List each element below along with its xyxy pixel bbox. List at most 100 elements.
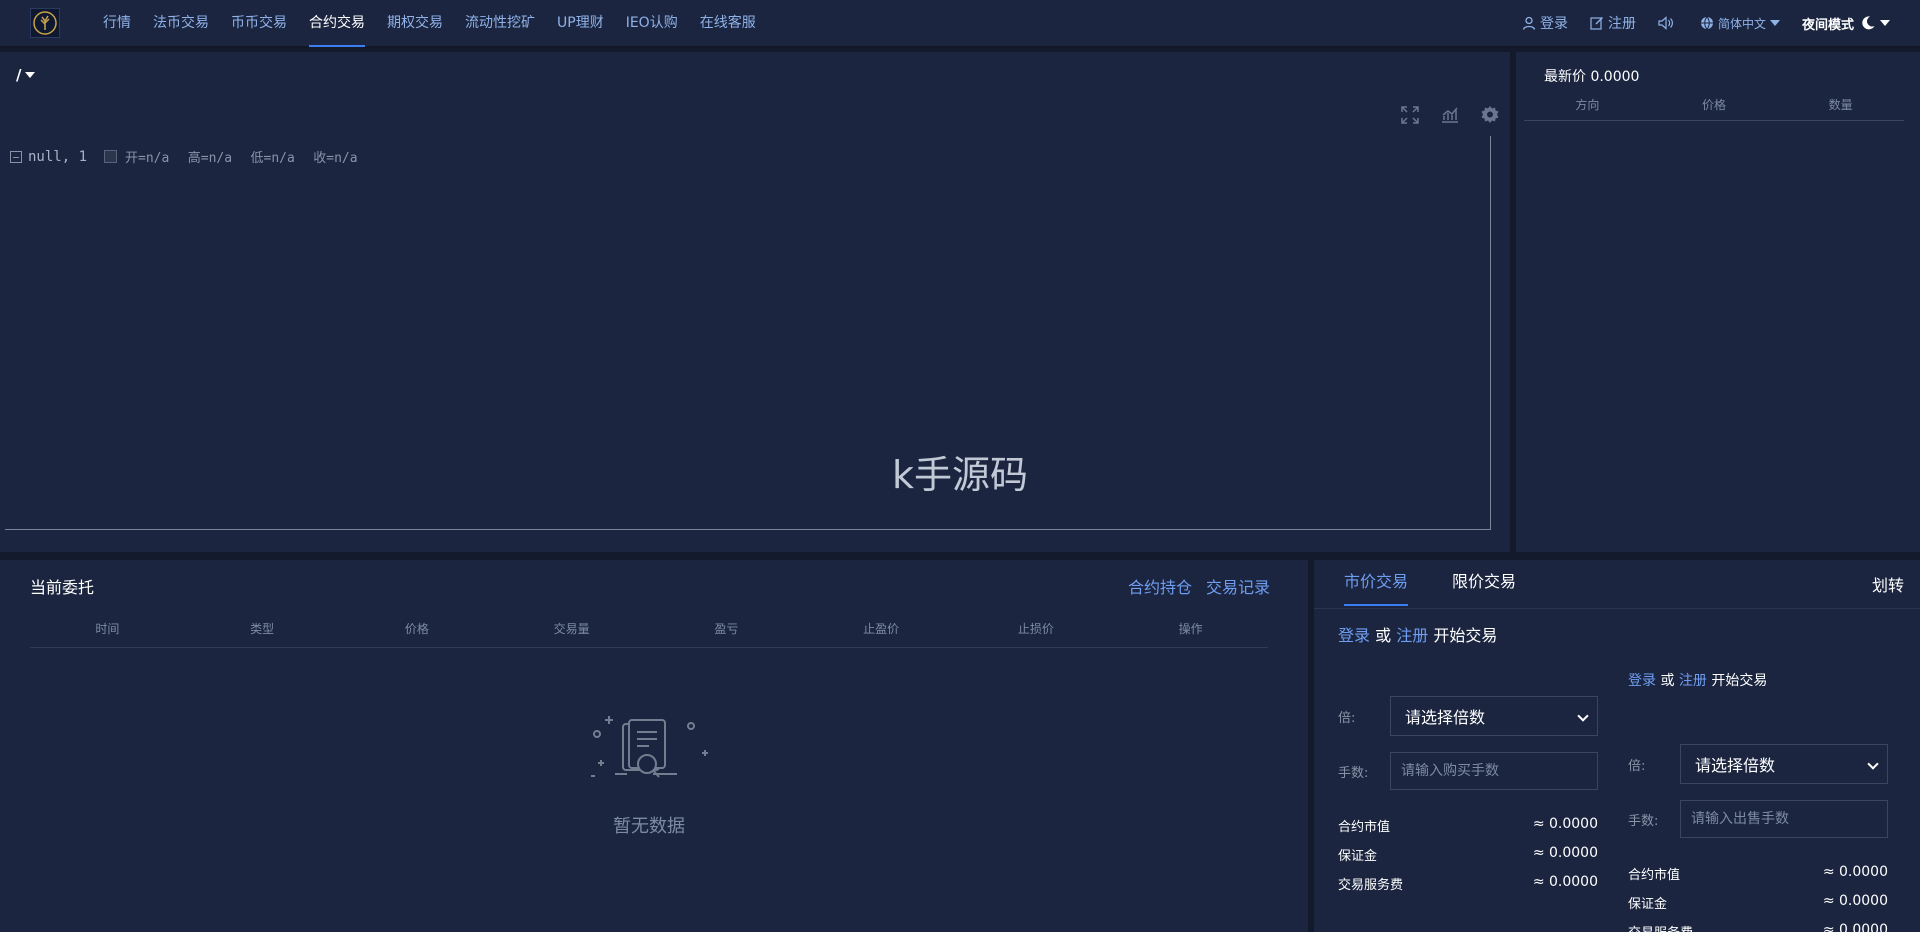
sell-contract-value-row: 合约市值 ≈ 0.0000: [1628, 864, 1888, 883]
buy-leverage-row: 倍: 请选择倍数: [1338, 696, 1598, 736]
fullscreen-button[interactable]: [1390, 100, 1430, 130]
indicators-button[interactable]: [1430, 100, 1470, 130]
visibility-icon[interactable]: [104, 150, 118, 163]
leverage-placeholder: 请选择倍数: [1405, 708, 1486, 727]
pair-label: /: [16, 66, 22, 84]
order-book-header: 方向 价格 数量: [1524, 96, 1904, 121]
chevron-down-icon: [1769, 20, 1780, 26]
lots-label: 手数:: [1628, 813, 1659, 829]
nav-item-ieo[interactable]: IEO认购: [615, 0, 689, 47]
nav-item-options[interactable]: 期权交易: [376, 0, 454, 47]
tree-logo-icon: [33, 11, 57, 35]
nav-item-spot[interactable]: 币币交易: [220, 0, 298, 47]
buy-margin-row: 保证金 ≈ 0.0000: [1338, 845, 1598, 864]
nav-item-market[interactable]: 行情: [92, 0, 142, 47]
collapse-icon[interactable]: [10, 150, 22, 163]
login-link[interactable]: 登录: [1522, 13, 1568, 33]
sell-login-link[interactable]: 登录: [1628, 673, 1656, 689]
fee-label: 交易服务费: [1338, 878, 1404, 893]
fee-value: ≈ 0.0000: [1532, 874, 1598, 890]
buy-register-link[interactable]: 注册: [1396, 626, 1428, 645]
fee-label: 交易服务费: [1628, 922, 1693, 932]
start-text: 开始交易: [1711, 673, 1768, 689]
language-select[interactable]: 简体中文: [1700, 15, 1780, 32]
buy-leverage-select[interactable]: 请选择倍数: [1390, 696, 1598, 736]
col-pnl: 盈亏: [714, 622, 739, 636]
empty-state: 暂无数据: [584, 712, 714, 838]
register-link[interactable]: 注册: [1590, 13, 1636, 33]
nav-item-contract[interactable]: 合约交易: [298, 0, 376, 47]
contract-value: ≈ 0.0000: [1532, 816, 1598, 832]
user-icon: [1522, 16, 1536, 30]
col-price: 价格: [1702, 98, 1727, 112]
buy-lots-input[interactable]: [1390, 752, 1598, 790]
col-amount: 数量: [1828, 98, 1853, 112]
contract-value-label: 合约市值: [1338, 820, 1391, 835]
col-stop-loss: 止损价: [1017, 622, 1054, 636]
divider: [1314, 608, 1920, 609]
sell-register-link[interactable]: 注册: [1679, 673, 1707, 689]
leverage-placeholder: 请选择倍数: [1695, 756, 1776, 775]
col-type: 类型: [250, 622, 275, 636]
gear-icon: [1481, 106, 1499, 123]
sell-margin-row: 保证金 ≈ 0.0000: [1628, 893, 1888, 912]
contract-value-label: 合约市值: [1628, 868, 1681, 883]
sell-leverage-row: 倍: 请选择倍数: [1628, 744, 1888, 784]
sell-lots-row: 手数:: [1628, 800, 1888, 838]
pair-select[interactable]: /: [16, 66, 36, 84]
chart-panel: / null, 1 开=n/a 高=n/a 低=n/a 收=n/a: [0, 52, 1510, 552]
fullscreen-icon: [1401, 106, 1419, 124]
sound-toggle[interactable]: [1658, 16, 1678, 30]
margin-value: ≈ 0.0000: [1822, 893, 1888, 909]
or-text: 或: [1660, 673, 1675, 689]
margin-label: 保证金: [1338, 849, 1378, 864]
sell-fee-row: 交易服务费 ≈ 0.0000: [1628, 922, 1888, 932]
logo[interactable]: [30, 8, 60, 38]
settings-button[interactable]: [1470, 100, 1510, 130]
margin-value: ≈ 0.0000: [1532, 845, 1598, 861]
ohlc-high: 高=n/a: [187, 151, 233, 166]
empty-text: 暂无数据: [613, 816, 685, 837]
nav-item-up-finance[interactable]: UP理财: [546, 0, 615, 47]
leverage-label: 倍:: [1628, 758, 1646, 774]
col-take-profit: 止盈价: [863, 622, 900, 636]
buy-login-link[interactable]: 登录: [1338, 626, 1370, 645]
sell-lots-input[interactable]: [1680, 800, 1888, 838]
chart-toolbar: [1390, 100, 1510, 130]
buy-contract-value-row: 合约市值 ≈ 0.0000: [1338, 816, 1598, 835]
chart-legend: null, 1 开=n/a 高=n/a 低=n/a 收=n/a: [10, 147, 368, 166]
order-book-panel: 最新价 0.0000 方向 价格 数量: [1516, 52, 1920, 552]
nav-item-fiat[interactable]: 法币交易: [142, 0, 220, 47]
col-action: 操作: [1178, 622, 1203, 636]
latest-price: 最新价 0.0000: [1544, 69, 1640, 85]
ohlc-open: 开=n/a: [125, 151, 170, 166]
orders-table-header: 时间 类型 价格 交易量 盈亏 止盈价 止损价 操作: [30, 620, 1268, 648]
positions-link[interactable]: 合约持仓: [1128, 574, 1192, 598]
night-mode-label: 夜间模式: [1801, 17, 1854, 33]
kline-chart-area[interactable]: null, 1 开=n/a 高=n/a 低=n/a 收=n/a: [5, 136, 1491, 530]
nav-item-liquidity-mining[interactable]: 流动性挖矿: [454, 0, 546, 47]
buy-login-prompt: 登录 或 注册 开始交易: [1338, 622, 1497, 646]
buy-lots-row: 手数:: [1338, 752, 1598, 790]
globe-icon: [1700, 16, 1713, 30]
fee-value: ≈ 0.0000: [1822, 922, 1888, 932]
language-label: 简体中文: [1717, 16, 1766, 31]
trade-history-link[interactable]: 交易记录: [1206, 574, 1270, 598]
lots-label: 手数:: [1338, 765, 1369, 781]
night-mode-toggle[interactable]: 夜间模式: [1802, 14, 1890, 33]
transfer-button[interactable]: 划转: [1872, 572, 1904, 596]
sell-leverage-select[interactable]: 请选择倍数: [1680, 744, 1888, 784]
moon-icon: [1862, 16, 1875, 30]
no-data-icon: [591, 716, 708, 778]
tab-limit-order[interactable]: 限价交易: [1452, 560, 1516, 608]
ohlc-close: 收=n/a: [313, 151, 358, 166]
or-text: 或: [1375, 626, 1392, 645]
col-volume: 交易量: [553, 622, 590, 636]
tab-market-order[interactable]: 市价交易: [1344, 560, 1409, 608]
register-label: 注册: [1607, 16, 1636, 32]
nav-item-support[interactable]: 在线客服: [689, 0, 767, 47]
col-price: 价格: [404, 622, 429, 636]
start-text: 开始交易: [1433, 626, 1498, 645]
col-direction: 方向: [1575, 98, 1600, 112]
current-orders-panel: 当前委托 合约持仓 交易记录 时间 类型 价格 交易量 盈亏 止盈价 止损价 操…: [0, 560, 1308, 932]
